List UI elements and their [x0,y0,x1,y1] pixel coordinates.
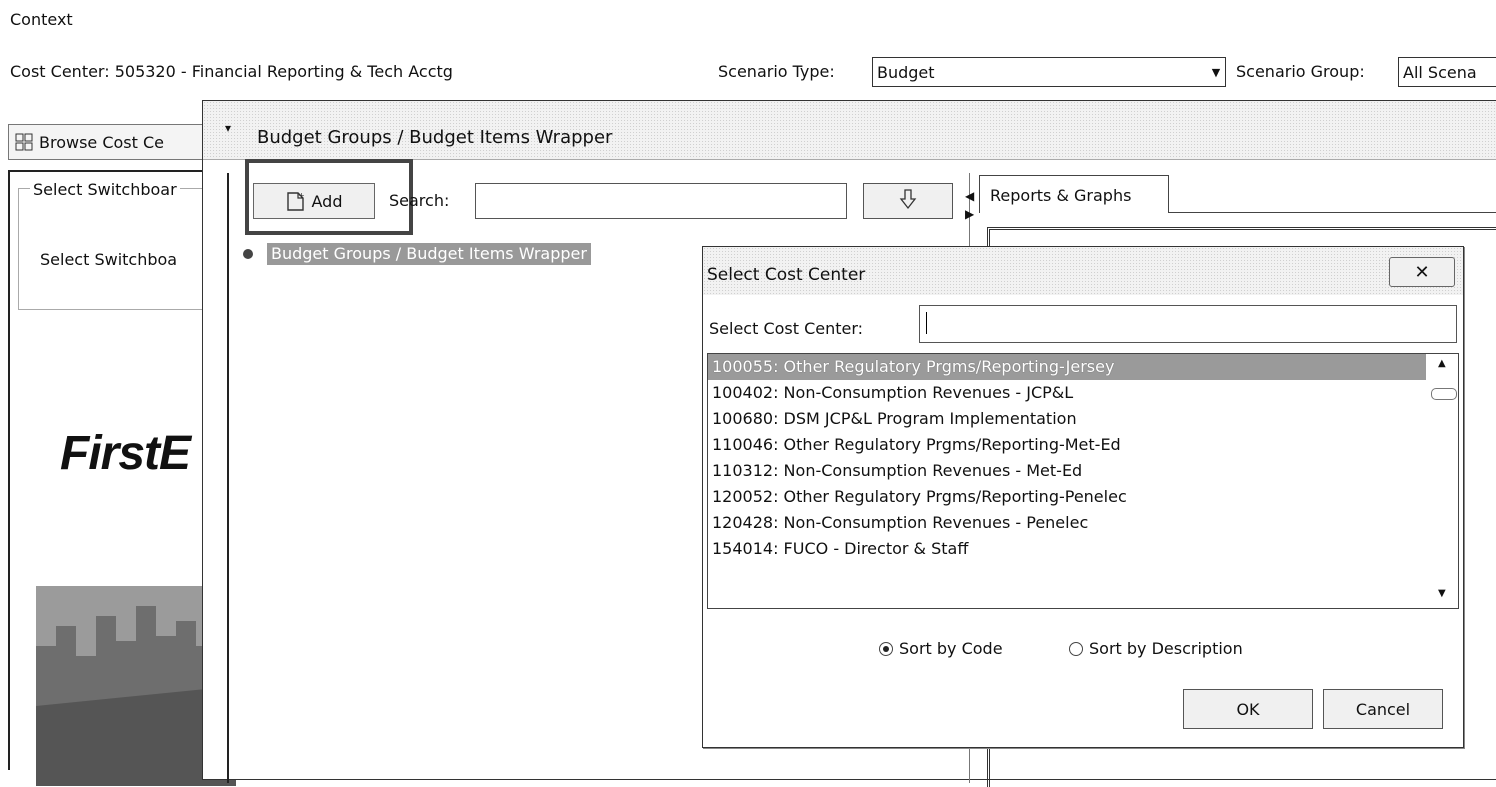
ok-button[interactable]: OK [1183,689,1313,729]
sort-by-description-radio[interactable] [1069,641,1083,656]
tree-node-bullet-icon [243,249,253,259]
cost-center-field[interactable] [919,305,1457,343]
cost-center-field-label: Select Cost Center: [709,319,864,338]
list-item[interactable]: 110312: Non-Consumption Revenues - Met-E… [708,458,1426,484]
select-cost-center-dialog: Select Cost Center ✕ Select Cost Center:… [702,246,1464,748]
splitter-left-arrow-icon[interactable]: ◀ [965,189,974,203]
switchboard-panel: Select Switchboar Select Switchboa First… [8,170,236,786]
cost-center-label: Cost Center: 505320 - Financial Reportin… [10,62,453,81]
dialog-close-button[interactable]: ✕ [1389,257,1455,287]
cancel-button-label: Cancel [1355,699,1411,719]
firstenergy-logo: FirstE [60,427,191,480]
scroll-up-icon[interactable]: ▲ [1438,358,1446,369]
sort-by-code-radio[interactable] [879,641,893,656]
sort-by-description-option[interactable]: Sort by Description [1069,639,1243,658]
scenario-group-label: Scenario Group: [1236,62,1365,81]
list-item[interactable]: 100055: Other Regulatory Prgms/Reporting… [708,354,1426,380]
context-title: Context [10,10,73,29]
splitter-right-arrow-icon[interactable]: ▶ [965,207,974,221]
scenario-type-label: Scenario Type: [718,62,835,81]
svg-text:+: + [298,191,305,200]
tab-reports-graphs[interactable]: Reports & Graphs [979,175,1169,213]
search-input[interactable] [475,183,847,219]
wrapper-title: Budget Groups / Budget Items Wrapper [257,127,613,148]
tab-reports-graphs-label: Reports & Graphs [990,186,1132,205]
dialog-title: Select Cost Center [707,265,866,285]
list-item[interactable]: 120052: Other Regulatory Prgms/Reporting… [708,484,1426,510]
cost-center-list: 100055: Other Regulatory Prgms/Reporting… [708,354,1426,562]
dialog-titlebar[interactable]: Select Cost Center ✕ [703,247,1463,295]
list-item[interactable]: 154014: FUCO - Director & Staff [708,536,1426,562]
switchboard-group-box [18,188,218,310]
text-cursor [926,312,927,334]
add-button-label: Add [311,191,343,211]
add-button[interactable]: + Add [253,183,375,219]
collapse-icon[interactable]: ▾ [225,121,231,135]
list-item[interactable]: 120428: Non-Consumption Revenues - Penel… [708,510,1426,536]
scenario-type-value: Budget [877,62,935,82]
search-label: Search: [389,191,450,210]
list-item[interactable]: 100402: Non-Consumption Revenues - JCP&L [708,380,1426,406]
browse-icon [15,133,33,151]
scenario-group-value: All Scena [1403,62,1477,82]
chevron-down-icon: ▼ [1211,65,1221,79]
cost-center-listbox[interactable]: 100055: Other Regulatory Prgms/Reporting… [707,353,1459,609]
close-icon: ✕ [1414,261,1430,283]
tree-item-budget-wrapper[interactable]: Budget Groups / Budget Items Wrapper [267,243,591,265]
list-scrollbar[interactable]: ▲ ▼ [1426,354,1458,608]
sort-by-code-label: Sort by Code [899,639,1003,658]
list-item[interactable]: 100680: DSM JCP&L Program Implementation [708,406,1426,432]
browse-cost-center-button[interactable]: Browse Cost Ce [8,124,208,160]
scenario-type-select[interactable]: Budget ▼ [872,57,1226,87]
browse-button-label: Browse Cost Ce [39,132,165,152]
scenario-group-select[interactable]: All Scena [1398,57,1496,87]
cancel-button[interactable]: Cancel [1323,689,1443,729]
reports-tab-underline [1169,212,1496,213]
ok-button-label: OK [1236,699,1260,719]
sort-by-code-option[interactable]: Sort by Code [879,639,1003,658]
scroll-thumb[interactable] [1431,388,1457,400]
add-document-icon: + [286,190,306,212]
switchboard-label: Select Switchboa [40,250,178,269]
switchboard-group-title: Select Switchboar [30,180,180,199]
search-down-button[interactable] [863,183,953,219]
sort-by-description-label: Sort by Description [1089,639,1243,658]
list-item[interactable]: 110046: Other Regulatory Prgms/Reporting… [708,432,1426,458]
scroll-down-icon[interactable]: ▼ [1438,588,1446,599]
wrapper-titlebar[interactable]: ▾ Budget Groups / Budget Items Wrapper [203,101,1496,160]
arrow-down-icon [899,188,917,214]
